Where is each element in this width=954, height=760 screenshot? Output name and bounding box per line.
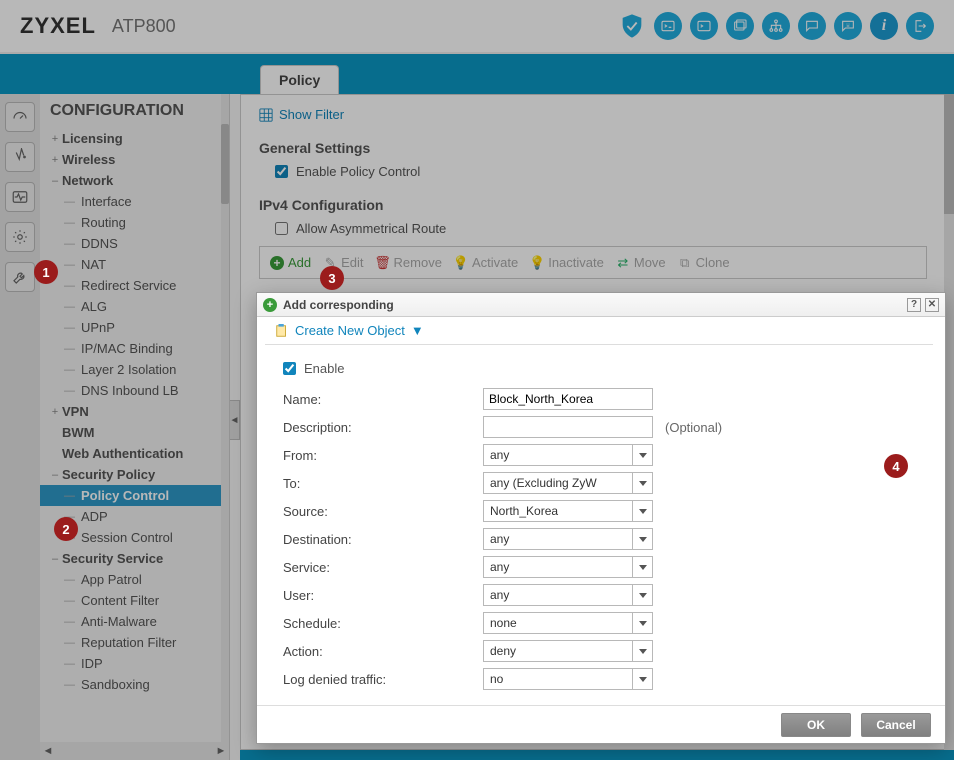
optional-hint: (Optional) [665,420,722,435]
modal-close-icon[interactable]: ✕ [925,298,939,312]
chevron-down-icon: ▼ [411,323,424,338]
source-label: Source: [283,504,483,519]
modal-body: Enable Name: Description: (Optional) From… [257,345,945,705]
name-input[interactable] [483,388,653,410]
modal-enable-row[interactable]: Enable [283,361,919,376]
description-label: Description: [283,420,483,435]
description-input[interactable] [483,416,653,438]
add-policy-modal: + Add corresponding ? ✕ Create New Objec… [256,292,946,744]
ok-button[interactable]: OK [781,713,851,737]
to-label: To: [283,476,483,491]
modal-footer: OK Cancel [257,705,945,743]
user-label: User: [283,588,483,603]
name-label: Name: [283,392,483,407]
schedule-select[interactable]: none [483,612,653,634]
action-label: Action: [283,644,483,659]
modal-enable-label: Enable [304,361,344,376]
log-label: Log denied traffic: [283,672,483,687]
schedule-label: Schedule: [283,616,483,631]
modal-titlebar: + Add corresponding ? ✕ [257,293,945,317]
log-select[interactable]: no [483,668,653,690]
service-label: Service: [283,560,483,575]
from-select[interactable]: any [483,444,653,466]
annotation-badge-3: 3 [320,266,344,290]
to-select[interactable]: any (Excluding ZyW [483,472,653,494]
service-select[interactable]: any [483,556,653,578]
object-icon [275,324,289,338]
action-select[interactable]: deny [483,640,653,662]
destination-select[interactable]: any [483,528,653,550]
annotation-badge-4: 4 [884,454,908,478]
user-select[interactable]: any [483,584,653,606]
destination-label: Destination: [283,532,483,547]
cancel-button[interactable]: Cancel [861,713,931,737]
plus-icon: + [263,298,277,312]
from-label: From: [283,448,483,463]
annotation-badge-2: 2 [54,517,78,541]
source-select[interactable]: North_Korea [483,500,653,522]
create-new-object-link[interactable]: Create New Object▼ [265,317,933,345]
modal-help-icon[interactable]: ? [907,298,921,312]
modal-title: Add corresponding [283,298,394,312]
annotation-badge-1: 1 [34,260,58,284]
modal-enable-checkbox[interactable] [283,362,296,375]
